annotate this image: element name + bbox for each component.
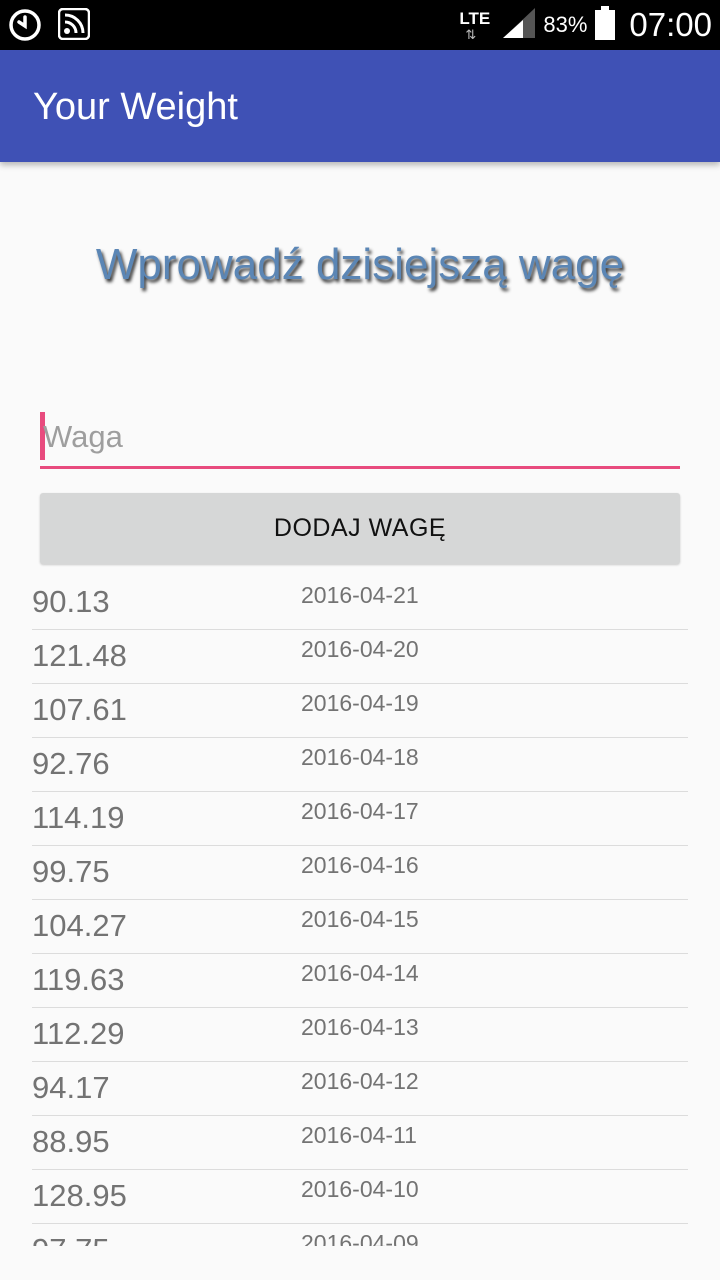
entry-date: 2016-04-13 xyxy=(301,1014,419,1040)
page-heading: Wprowadź dzisiejszą wagę xyxy=(95,240,625,289)
weight-value: 97.75 xyxy=(32,1232,110,1246)
weight-history-list[interactable]: 90.13 2016-04-21 121.48 2016-04-20 107.61 201… xyxy=(32,576,688,1246)
list-item[interactable]: 104.27 2016-04-15 xyxy=(32,900,688,954)
list-item[interactable]: 112.29 2016-04-13 xyxy=(32,1008,688,1062)
list-item[interactable]: 99.75 2016-04-16 xyxy=(32,846,688,900)
weight-input[interactable] xyxy=(40,412,683,462)
list-item[interactable]: 90.13 2016-04-21 xyxy=(32,576,688,630)
entry-date: 2016-04-12 xyxy=(301,1068,419,1094)
status-time: 07:00 xyxy=(629,6,712,43)
list-item[interactable]: 88.95 2016-04-11 xyxy=(32,1116,688,1170)
entry-date: 2016-04-19 xyxy=(301,690,419,716)
lte-indicator: LTE ⇅ xyxy=(455,3,495,47)
weight-value: 128.95 xyxy=(32,1178,127,1213)
app-title: Your Weight xyxy=(33,86,238,128)
weight-value: 92.76 xyxy=(32,746,110,781)
status-bar: LTE ⇅ 83% 07:00 xyxy=(0,0,720,50)
entry-date: 2016-04-11 xyxy=(301,1122,417,1148)
entry-date: 2016-04-10 xyxy=(301,1176,419,1202)
data-arrows-icon: ⇅ xyxy=(465,27,477,42)
weight-value: 99.75 xyxy=(32,854,110,889)
weight-value: 112.29 xyxy=(32,1016,125,1051)
battery-icon xyxy=(595,6,616,44)
weight-value: 90.13 xyxy=(32,584,110,619)
add-weight-button[interactable]: DODAJ WAGĘ xyxy=(40,493,680,564)
weight-value: 104.27 xyxy=(32,908,127,943)
list-item[interactable]: 128.95 2016-04-10 xyxy=(32,1170,688,1224)
weight-value: 121.48 xyxy=(32,638,127,673)
entry-date: 2016-04-15 xyxy=(301,906,419,932)
weight-value: 119.63 xyxy=(32,962,125,997)
weight-input-container[interactable] xyxy=(40,412,683,469)
weight-value: 94.17 xyxy=(32,1070,110,1105)
rss-icon xyxy=(57,7,91,46)
entry-date: 2016-04-21 xyxy=(301,582,419,608)
list-item[interactable]: 92.76 2016-04-18 xyxy=(32,738,688,792)
app-bar: Your Weight xyxy=(0,50,720,162)
weight-value: 88.95 xyxy=(32,1124,110,1159)
entry-date: 2016-04-16 xyxy=(301,852,419,878)
entry-date: 2016-04-09 xyxy=(301,1230,419,1246)
list-item[interactable]: 97.75 2016-04-09 xyxy=(32,1224,688,1246)
signal-icon xyxy=(503,8,536,42)
clock-icon xyxy=(8,8,42,46)
network-type: LTE xyxy=(459,9,491,28)
entry-date: 2016-04-17 xyxy=(301,798,419,824)
list-item[interactable]: 107.61 2016-04-19 xyxy=(32,684,688,738)
weight-value: 107.61 xyxy=(32,692,127,727)
list-item[interactable]: 94.17 2016-04-12 xyxy=(32,1062,688,1116)
list-item[interactable]: 121.48 2016-04-20 xyxy=(32,630,688,684)
entry-date: 2016-04-20 xyxy=(301,636,419,662)
battery-percent: 83% xyxy=(543,12,588,37)
list-item[interactable]: 114.19 2016-04-17 xyxy=(32,792,688,846)
entry-date: 2016-04-18 xyxy=(301,744,419,770)
weight-value: 114.19 xyxy=(32,800,125,835)
list-item[interactable]: 119.63 2016-04-14 xyxy=(32,954,688,1008)
entry-date: 2016-04-14 xyxy=(301,960,419,986)
